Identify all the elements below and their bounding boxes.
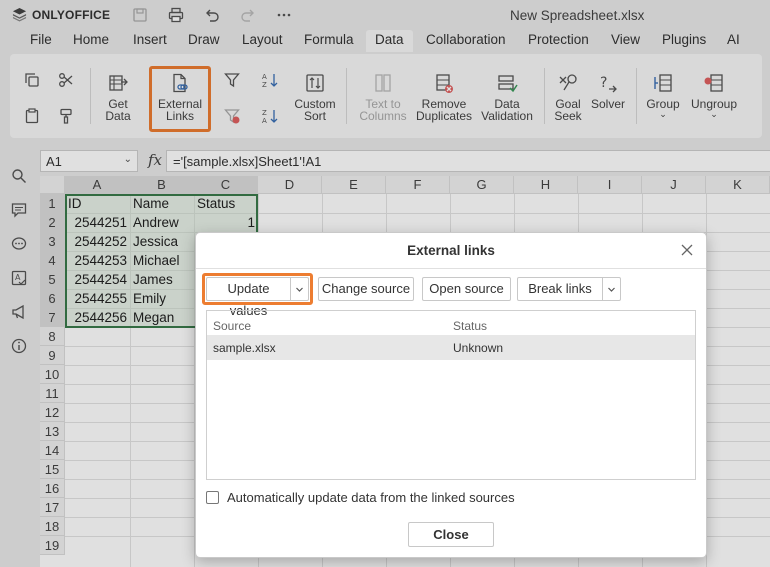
break-links-label: Break links xyxy=(528,281,592,296)
link-status: Unknown xyxy=(453,341,504,355)
link-source: sample.xlsx xyxy=(213,341,276,355)
table-row[interactable]: sample.xlsx Unknown xyxy=(207,335,695,360)
break-links-dropdown-icon[interactable] xyxy=(602,278,620,300)
source-column-header: Source xyxy=(213,319,252,333)
open-source-button[interactable]: Open source xyxy=(422,277,511,301)
dialog-title: External links xyxy=(407,243,495,258)
external-links-dialog: External links Update values Change sour… xyxy=(195,232,707,558)
update-values-highlight xyxy=(202,273,313,305)
auto-update-label: Automatically update data from the linke… xyxy=(227,490,515,505)
change-source-button[interactable]: Change source xyxy=(318,277,414,301)
auto-update-checkbox[interactable] xyxy=(206,491,219,504)
close-icon[interactable] xyxy=(678,241,696,259)
links-table: Source Status sample.xlsx Unknown xyxy=(206,310,696,480)
status-column-header: Status xyxy=(453,319,488,333)
break-links-button[interactable]: Break links xyxy=(517,277,621,301)
auto-update-option[interactable]: Automatically update data from the linke… xyxy=(206,490,515,505)
close-button[interactable]: Close xyxy=(408,522,494,547)
